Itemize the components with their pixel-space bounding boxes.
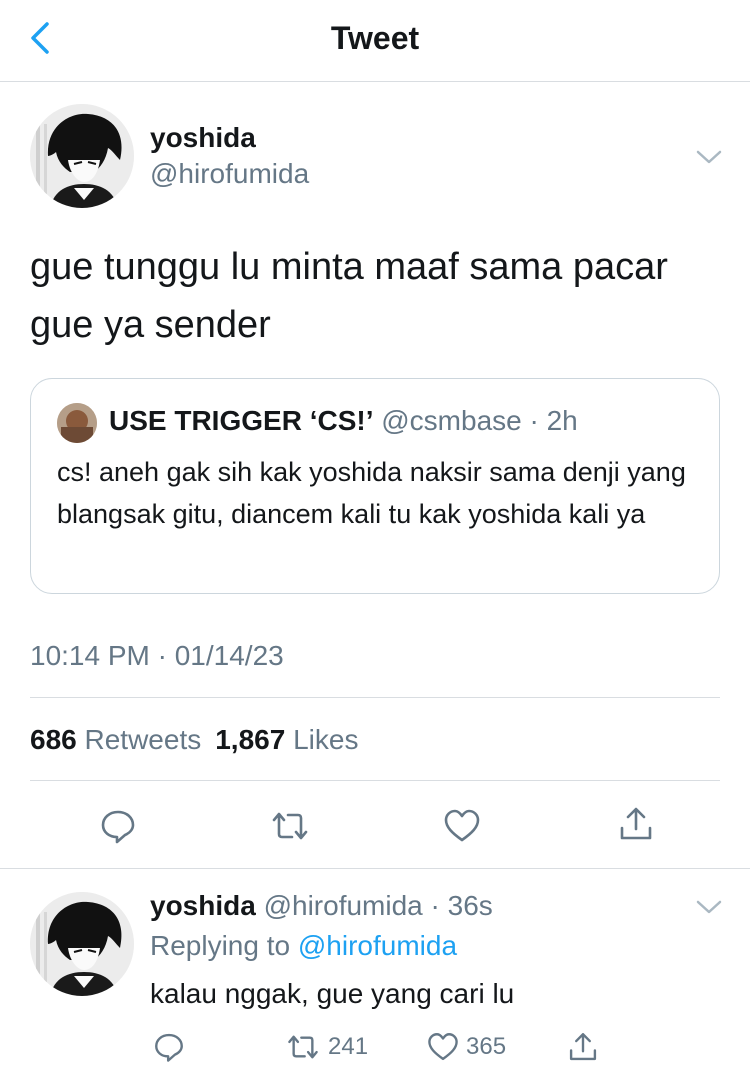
heart-icon	[444, 809, 480, 842]
like-button[interactable]	[440, 804, 484, 848]
replying-prefix: Replying to	[150, 930, 291, 961]
retweets-stat[interactable]: 686 Retweets	[30, 724, 215, 755]
reply-icon	[155, 1033, 183, 1062]
quote-avatar	[57, 403, 97, 443]
retweet-icon	[272, 812, 308, 840]
replying-handle-link[interactable]: @hirofumida	[298, 930, 457, 961]
more-options-button[interactable]	[694, 142, 724, 172]
retweets-count: 686	[30, 724, 77, 755]
author-name[interactable]: yoshida	[150, 122, 256, 154]
chevron-down-icon	[696, 900, 722, 914]
divider	[30, 697, 720, 698]
section-divider	[0, 868, 750, 869]
quote-author-handle: @csmbase	[381, 405, 522, 436]
retweet-icon	[288, 1035, 318, 1059]
share-icon	[620, 807, 652, 840]
reply-icon	[101, 810, 135, 844]
reply-author-handle[interactable]: @hirofumida	[264, 890, 423, 921]
likes-count: 1,867	[215, 724, 286, 755]
reply-author-name[interactable]: yoshida	[150, 890, 256, 921]
quote-time: 2h	[546, 405, 578, 436]
page-title: Tweet	[330, 20, 420, 56]
quote-header: USE TRIGGER ‘CS!’ @csmbase · 2h	[109, 405, 578, 437]
reply-avatar[interactable]	[30, 892, 134, 996]
likes-stat[interactable]: 1,867 Likes	[215, 724, 372, 755]
reply-like-count: 365	[466, 1033, 507, 1060]
tweet-text: gue tunggu lu minta maaf sama pacar gue …	[30, 246, 668, 346]
reply-share-button[interactable]	[566, 1026, 600, 1068]
reply-like-button[interactable]: 365	[426, 1026, 506, 1068]
reply-text: kalau nggak, gue yang cari lu	[150, 978, 515, 1009]
quote-separator: ·	[521, 405, 547, 436]
reply-button[interactable]	[96, 804, 140, 848]
tweet-timestamp: 10:14 PM · 01/14/23	[30, 640, 284, 671]
retweet-button[interactable]	[268, 804, 312, 848]
reply-reply-button[interactable]	[152, 1026, 186, 1068]
share-button[interactable]	[614, 802, 658, 846]
tweet-stats: 686 Retweets 1,867 Likes	[30, 724, 372, 756]
reply-more-options-button[interactable]	[694, 892, 724, 922]
chevron-down-icon	[696, 150, 722, 164]
replying-to: Replying to @hirofumida	[150, 930, 457, 962]
quoted-tweet[interactable]: USE TRIGGER ‘CS!’ @csmbase · 2h cs! aneh…	[30, 378, 720, 594]
share-icon	[569, 1033, 597, 1061]
reply-retweet-button[interactable]: 241	[284, 1026, 368, 1068]
reply-retweet-count: 241	[328, 1033, 369, 1060]
retweets-label: Retweets	[84, 724, 202, 755]
top-bar: Tweet	[0, 0, 750, 82]
heart-icon	[428, 1033, 458, 1061]
avatar[interactable]	[30, 104, 134, 208]
reply-header: yoshida @hirofumida · 36s	[150, 890, 493, 922]
divider	[30, 780, 720, 781]
author-handle[interactable]: @hirofumida	[150, 158, 309, 190]
likes-label: Likes	[293, 724, 359, 755]
quote-author-name: USE TRIGGER ‘CS!’	[109, 405, 374, 436]
reply-time: 36s	[447, 890, 493, 921]
quote-text: cs! aneh gak sih kak yoshida naksir sama…	[57, 457, 686, 529]
reply-separator: ·	[422, 890, 448, 921]
